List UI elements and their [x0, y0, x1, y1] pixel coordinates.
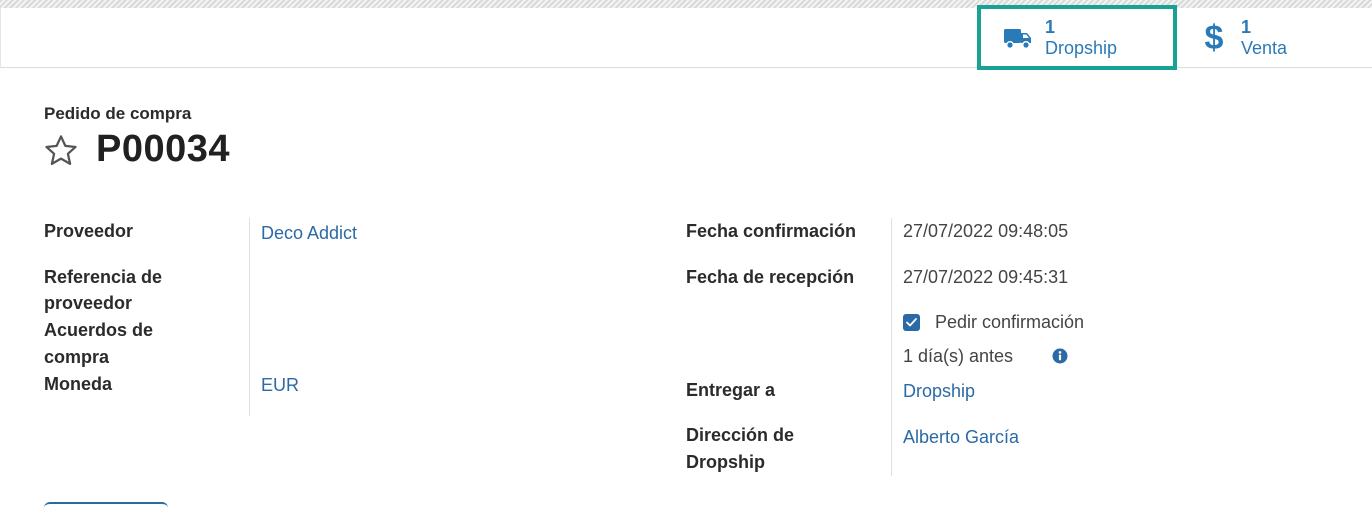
page-title: P00034 [96, 128, 231, 170]
info-icon[interactable] [1052, 348, 1068, 364]
dropship-smart-button[interactable]: 1 Dropship [979, 8, 1177, 68]
right-column-divider [891, 218, 892, 476]
fecha-confirmacion-label: Fecha confirmación [686, 221, 857, 241]
proveedor-field[interactable]: Deco Addict [261, 220, 357, 247]
star-icon[interactable] [43, 133, 79, 169]
venta-count: 1 [1241, 17, 1252, 37]
direccion-field[interactable]: Alberto García [903, 424, 1019, 451]
fecha-confirmacion-field[interactable]: 27/07/2022 09:48:05 [903, 218, 1068, 245]
referencia-label-line1: Referencia de [44, 267, 163, 287]
acuerdos-label-line2: compra [44, 347, 110, 367]
smart-button-box: 1 Dropship $ 1 Venta [0, 8, 1372, 68]
moneda-label: Moneda [44, 374, 113, 394]
fecha-recepcion-label: Fecha de recepción [686, 267, 855, 287]
pedir-confirmacion-label: Pedir confirmación [935, 312, 1085, 332]
top-hatch-strip [0, 0, 1372, 8]
entregar-a-field[interactable]: Dropship [903, 378, 975, 405]
dias-antes-field[interactable]: 1 día(s) antes [903, 343, 1013, 370]
direccion-label-line2: Dropship [686, 452, 765, 472]
bottom-tab-edge[interactable] [44, 502, 168, 514]
acuerdos-label-line1: Acuerdos de [44, 320, 154, 340]
direccion-label-line1: Dirección de [686, 425, 795, 445]
proveedor-label: Proveedor [44, 221, 134, 241]
referencia-field[interactable] [261, 264, 561, 291]
truck-icon [1003, 26, 1033, 50]
dropship-label: Dropship [1045, 38, 1118, 58]
left-column-divider [249, 218, 250, 416]
fecha-recepcion-field[interactable]: 27/07/2022 09:45:31 [903, 264, 1068, 291]
venta-label: Venta [1241, 38, 1288, 58]
dollar-icon: $ [1204, 18, 1224, 57]
venta-smart-button[interactable]: $ 1 Venta [1201, 8, 1351, 68]
dropship-count: 1 [1045, 17, 1056, 37]
acuerdos-field[interactable] [261, 317, 561, 344]
referencia-label-line2: proveedor [44, 293, 133, 313]
record-type-label: Pedido de compra [44, 104, 192, 123]
pedir-confirmacion-checkbox[interactable] [903, 314, 920, 331]
moneda-field[interactable]: EUR [261, 372, 299, 399]
entregar-a-label: Entregar a [686, 380, 776, 400]
